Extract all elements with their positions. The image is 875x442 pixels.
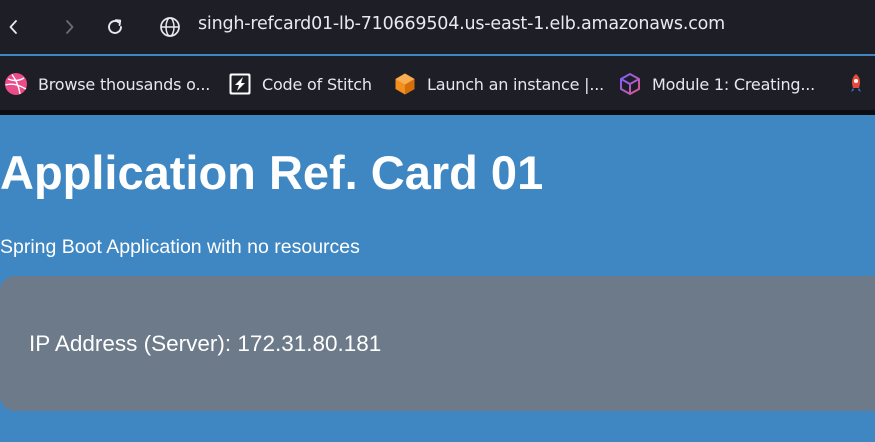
- stitch-icon: [229, 73, 251, 95]
- globe-icon[interactable]: [158, 15, 182, 39]
- cube-icon: [620, 73, 640, 95]
- ip-address-text: IP Address (Server): 172.31.80.181: [29, 331, 382, 356]
- chevron-right-icon: [66, 20, 74, 34]
- address-bar[interactable]: singh-refcard01-lb-710669504.us-east-1.e…: [198, 14, 725, 34]
- bookmark-item-launch-instance[interactable]: Launch an instance |...: [393, 71, 604, 97]
- bookmark-item-dribbble[interactable]: Browse thousands o...: [4, 71, 210, 97]
- chevron-left-icon: [9, 20, 17, 34]
- bookmarks-bar: Browse thousands o... Code of Stitch Lau…: [0, 56, 875, 110]
- bookmark-label: Browse thousands o...: [38, 74, 211, 94]
- bookmark-item-module-1[interactable]: Module 1: Creating...: [618, 71, 815, 97]
- bookmark-label: Code of Stitch: [262, 74, 372, 94]
- aws-ec2-icon: [395, 73, 415, 95]
- dribbble-icon: [5, 73, 27, 95]
- bookmark-label: Launch an instance |...: [427, 74, 604, 94]
- page-title: Application Ref. Card 01: [0, 146, 544, 199]
- browser-toolbar: singh-refcard01-lb-710669504.us-east-1.e…: [0, 0, 875, 54]
- back-button[interactable]: [0, 13, 28, 41]
- bookmark-label: Module 1: Creating...: [652, 74, 816, 94]
- forward-button[interactable]: [55, 13, 83, 41]
- reload-button[interactable]: [101, 13, 129, 41]
- reload-icon: [108, 19, 122, 34]
- rocket-icon: [851, 74, 861, 92]
- bookmark-item-rocket[interactable]: [844, 71, 875, 97]
- server-info-box: IP Address (Server): 172.31.80.181: [0, 276, 875, 411]
- page-content: Application Ref. Card 01 Spring Boot App…: [0, 115, 875, 442]
- page-subtitle: Spring Boot Application with no resource…: [0, 236, 360, 258]
- bookmark-item-code-of-stitch[interactable]: Code of Stitch: [228, 71, 372, 97]
